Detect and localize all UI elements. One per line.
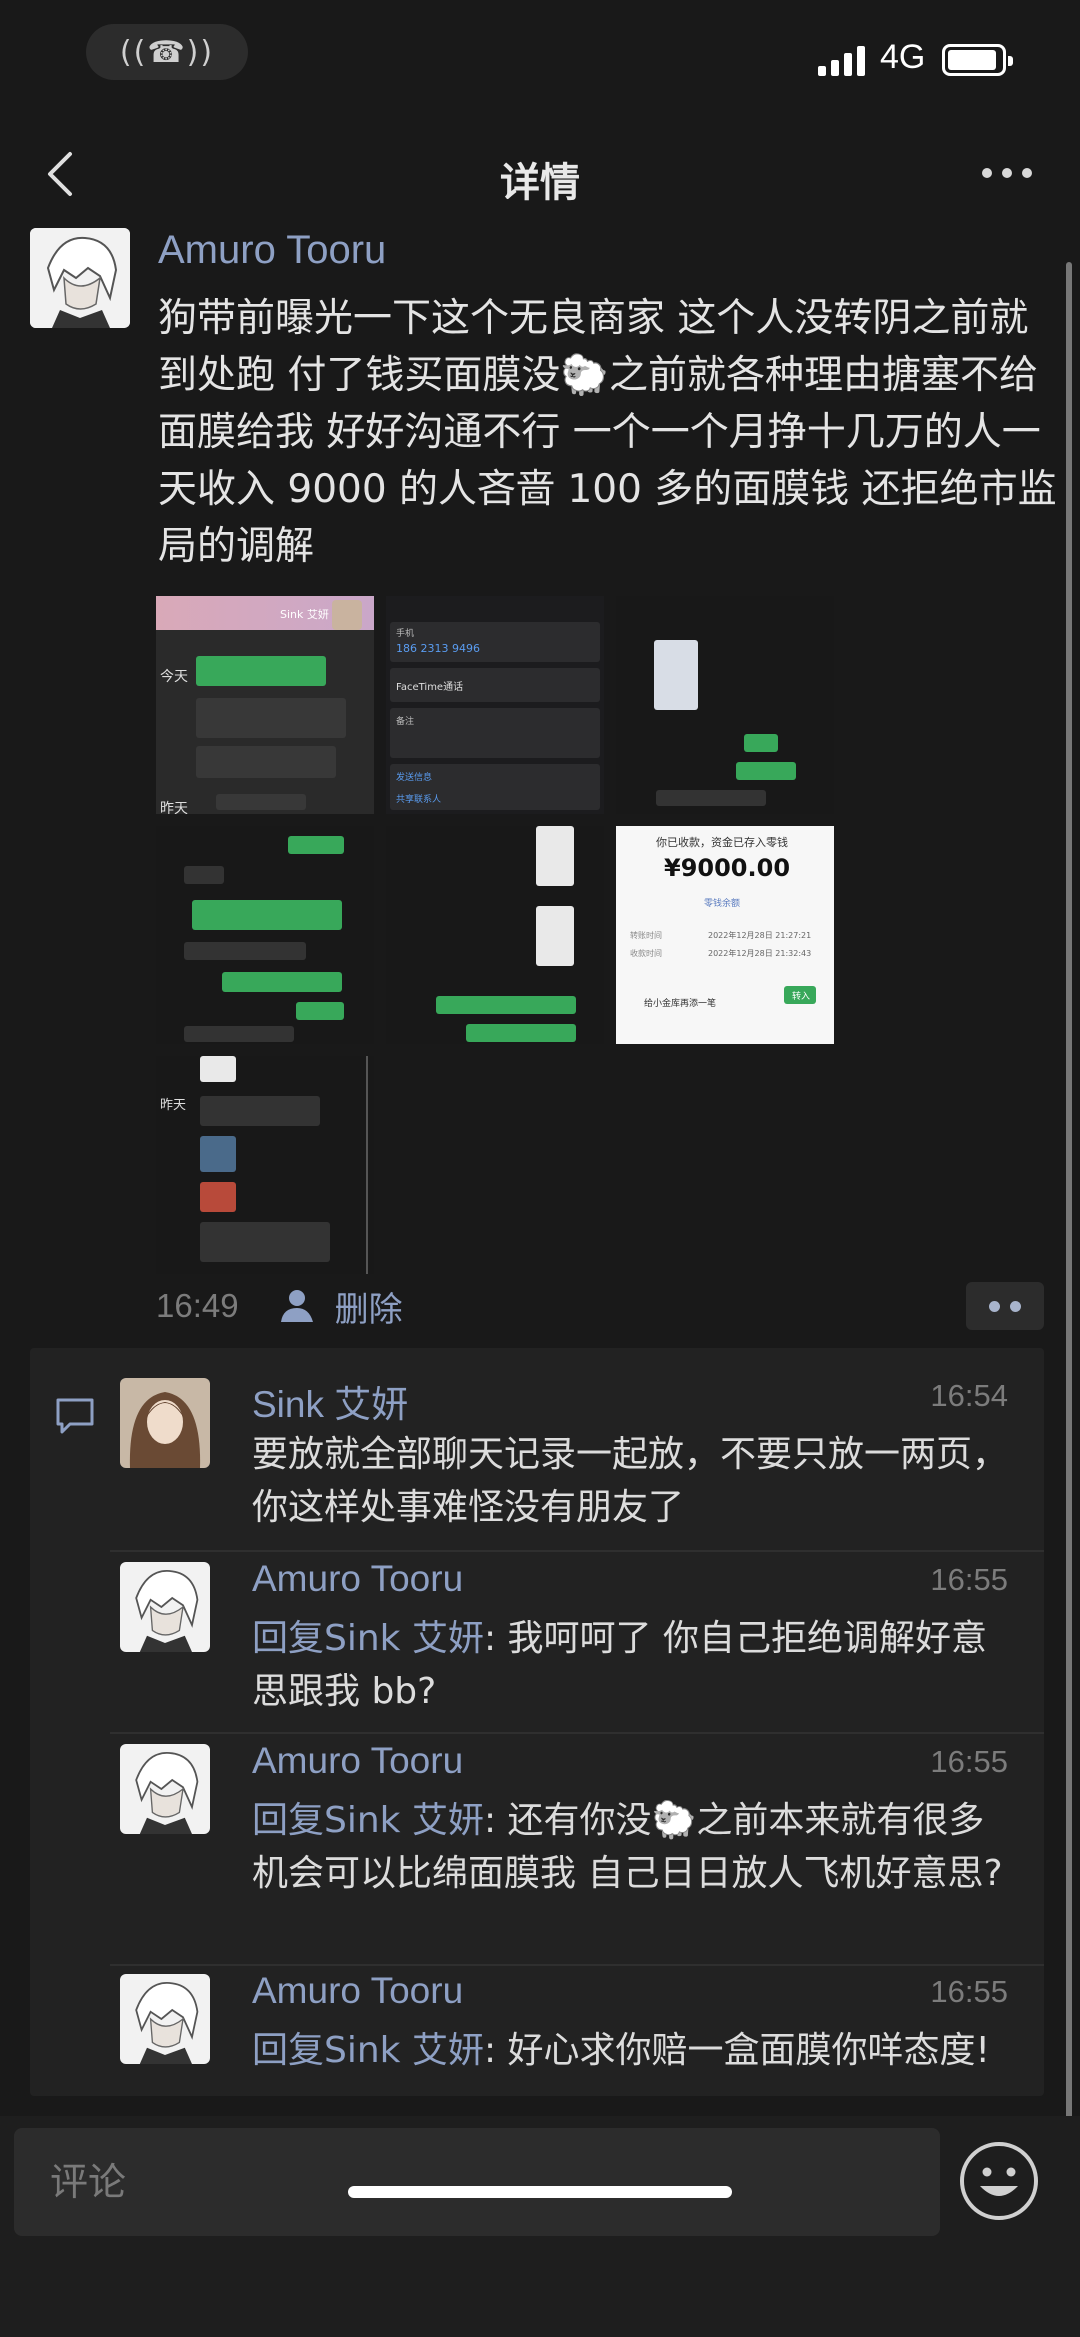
image-6-row2-value: 2022年12月28日 21:32:43 — [708, 949, 812, 958]
image-2-phone-label: 手机 — [396, 629, 415, 639]
post-image-6[interactable]: 你已收款，资金已存入零钱 ¥9000.00 零钱余额 转账时间 2022年12月… — [616, 826, 834, 1044]
scrollbar[interactable] — [1066, 262, 1072, 2122]
action-dots-icon — [989, 1300, 1000, 1312]
more-button[interactable] — [982, 168, 1032, 178]
privacy-person-icon[interactable] — [279, 1288, 317, 1324]
commenter-avatar[interactable] — [120, 1378, 210, 1468]
image-6-header: 你已收款，资金已存入零钱 — [656, 836, 788, 849]
comment-text: 要放就全部聊天记录一起放，不要只放一两页，你这样处事难怪没有朋友了 — [252, 1428, 1012, 1534]
emoji-icon[interactable] — [958, 2140, 1040, 2222]
comment-text: 回复Sink 艾妍: 我呵呵了 你自己拒绝调解好意思跟我 bb? — [252, 1612, 1012, 1718]
comment-time: 16:55 — [930, 1562, 1008, 1597]
commenter-name[interactable]: Sink 艾妍 — [252, 1374, 408, 1428]
comment-time: 16:55 — [930, 1744, 1008, 1779]
image-1-label-yesterday: 昨天 — [160, 801, 188, 814]
comment-item[interactable]: Amuro Tooru 16:55 回复Sink 艾妍: 我呵呵了 你自己拒绝调… — [120, 1558, 1032, 1712]
reply-to-label[interactable]: 回复Sink 艾妍 — [252, 1618, 484, 1659]
cellular-signal-icon — [818, 44, 865, 76]
post-meta: 16:49 删除 — [156, 1282, 403, 1330]
image-6-row1-value: 2022年12月28日 21:27:21 — [708, 931, 812, 940]
comment-body: : 好心求你赔一盒面膜你咩态度! — [483, 2030, 990, 2071]
battery-icon — [942, 44, 1013, 76]
commenter-name[interactable]: Amuro Tooru — [252, 1740, 463, 1782]
navigation-bar: 详情 — [0, 120, 1080, 232]
comment-input[interactable] — [14, 2128, 940, 2236]
comment-bubble-icon — [56, 1398, 94, 1434]
divider — [110, 1550, 1044, 1552]
image-2-share: 共享联系人 — [396, 795, 442, 805]
comment-time: 16:55 — [930, 1974, 1008, 2009]
image-6-balance: 零钱余额 — [704, 899, 741, 909]
comments-section: Sink 艾妍 16:54 要放就全部聊天记录一起放，不要只放一两页，你这样处事… — [30, 1348, 1044, 2096]
post-author-name[interactable]: Amuro Tooru — [158, 228, 386, 273]
image-6-row2-label: 收款时间 — [630, 949, 662, 958]
post-image-2[interactable]: 手机 186 2313 9496 FaceTime通话 备注 发送信息 共享联系… — [386, 596, 604, 814]
image-1-name: Sink 艾妍 — [280, 608, 329, 621]
comment-item[interactable]: Amuro Tooru 16:55 回复Sink 艾妍: 还有你没🐑之前本来就有… — [120, 1740, 1032, 1934]
divider — [110, 1732, 1044, 1734]
post-image-5[interactable] — [386, 826, 604, 1044]
comment-item[interactable]: Amuro Tooru 16:55 回复Sink 艾妍: 好心求你赔一盒面膜你咩… — [120, 1970, 1032, 2077]
image-6-promo-button: 转入 — [792, 992, 811, 1002]
image-2-facetime: FaceTime通话 — [396, 682, 464, 693]
delete-button[interactable]: 删除 — [335, 1282, 403, 1331]
status-bar: ((☎)) 4G — [0, 0, 1080, 120]
comment-text: 回复Sink 艾妍: 好心求你赔一盒面膜你咩态度! — [252, 2024, 1012, 2077]
network-type-label: 4G — [880, 38, 926, 76]
post-text: 狗带前曝光一下这个无良商家 这个人没转阴之前就到处跑 付了钱买面膜没🐑之前就各种… — [158, 296, 1057, 569]
comment-text: 回复Sink 艾妍: 还有你没🐑之前本来就有很多机会可以比绵面膜我 自己日日放人… — [252, 1794, 1012, 1900]
image-1-label-today: 今天 — [160, 669, 188, 685]
reply-to-label[interactable]: 回复Sink 艾妍 — [252, 1800, 484, 1841]
post-image-3[interactable] — [616, 596, 834, 814]
commenter-name[interactable]: Amuro Tooru — [252, 1558, 463, 1600]
image-6-amount: ¥9000.00 — [664, 854, 791, 882]
image-2-note: 备注 — [396, 717, 415, 727]
comment-input-bar — [0, 2116, 1080, 2337]
more-dots-icon — [982, 168, 992, 178]
comment-body: 要放就全部聊天记录一起放，不要只放一两页，你这样处事难怪没有朋友了 — [252, 1434, 1009, 1528]
commenter-avatar[interactable] — [120, 1974, 210, 2064]
divider — [110, 1964, 1044, 1966]
like-comment-menu-button[interactable] — [966, 1282, 1044, 1330]
page-title: 详情 — [500, 160, 580, 206]
image-6-promo: 给小金库再添一笔 — [644, 999, 717, 1009]
comment-item[interactable]: Sink 艾妍 16:54 要放就全部聊天记录一起放，不要只放一两页，你这样处事… — [120, 1378, 1032, 1528]
author-avatar[interactable] — [30, 228, 130, 328]
reply-to-label[interactable]: 回复Sink 艾妍 — [252, 2030, 484, 2071]
comment-time: 16:54 — [930, 1378, 1008, 1413]
post-image-7[interactable]: 昨天 — [156, 1056, 374, 1274]
image-7-label: 昨天 — [160, 1098, 187, 1113]
post-image-4[interactable] — [156, 826, 374, 1044]
commenter-avatar[interactable] — [120, 1744, 210, 1834]
home-indicator[interactable] — [348, 2186, 732, 2198]
commenter-avatar[interactable] — [120, 1562, 210, 1652]
image-2-send: 发送信息 — [396, 773, 433, 783]
active-call-indicator[interactable]: ((☎)) — [86, 24, 248, 80]
commenter-name[interactable]: Amuro Tooru — [252, 1970, 463, 2012]
post-time: 16:49 — [156, 1287, 239, 1324]
post-image-1[interactable]: Sink 艾妍 今天 昨天 — [156, 596, 374, 814]
image-2-phone: 186 2313 9496 — [396, 642, 480, 655]
image-6-row1-label: 转账时间 — [630, 931, 662, 940]
